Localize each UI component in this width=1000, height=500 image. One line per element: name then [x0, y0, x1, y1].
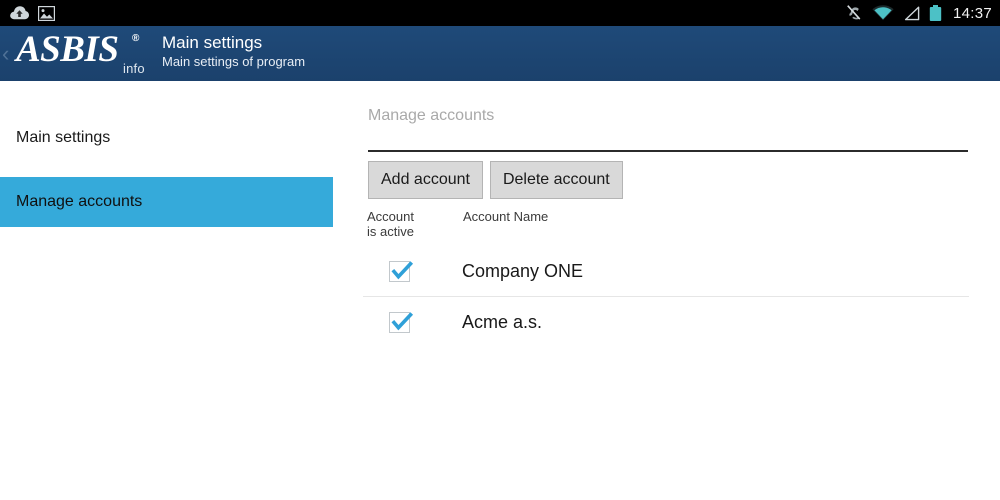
asbis-logo: ASBIS ® info	[16, 29, 150, 77]
account-active-cell	[363, 261, 435, 282]
account-active-checkbox[interactable]	[388, 311, 413, 333]
signal-icon	[903, 6, 920, 21]
sidebar-item-manage-accounts[interactable]: Manage accounts	[0, 177, 333, 227]
registered-trademark-icon: ®	[132, 33, 140, 44]
sidebar-item-label: Manage accounts	[16, 193, 143, 210]
account-active-cell	[363, 311, 435, 333]
table-row[interactable]: Company ONE	[363, 247, 969, 297]
account-active-checkbox[interactable]	[388, 261, 413, 282]
page-subtitle: Main settings of program	[162, 54, 306, 69]
table-column-headers: Account is active Account Name	[363, 209, 963, 245]
account-name-cell: Company ONE	[462, 261, 584, 281]
accounts-table: Company ONE Acme a.s.	[363, 247, 969, 347]
app-root: 14:37 ‹ ASBIS ® info Main settings Main …	[0, 0, 1000, 500]
logo-wordmark: ASBIS	[16, 29, 119, 70]
app-header-bar: ‹ ASBIS ® info Main settings Main settin…	[0, 26, 1000, 81]
content-pane: Manage accounts Add account Delete accou…	[333, 81, 1000, 500]
page-title: Main settings	[162, 33, 263, 52]
android-status-bar: 14:37	[0, 0, 1000, 26]
sidebar-item-label: Main settings	[16, 129, 111, 146]
column-header-line2: is active	[367, 224, 414, 239]
image-icon	[37, 5, 56, 21]
logo-subtext: info	[123, 61, 145, 76]
add-account-button[interactable]: Add account	[368, 161, 483, 199]
status-bar-notifications	[0, 5, 56, 21]
delete-account-button[interactable]: Delete account	[489, 161, 623, 199]
silent-mode-icon	[846, 4, 863, 22]
header-titles: Main settings Main settings of program	[162, 32, 305, 70]
wifi-icon	[872, 5, 894, 21]
status-bar-clock: 14:37	[952, 4, 992, 22]
back-chevron-icon[interactable]: ‹	[2, 43, 9, 65]
sidebar-item-main-settings[interactable]: Main settings	[0, 114, 333, 162]
battery-icon	[929, 4, 942, 22]
account-name-cell: Acme a.s.	[462, 311, 543, 332]
column-header-line1: Account	[367, 209, 414, 224]
status-bar-system-icons: 14:37	[846, 0, 992, 26]
cloud-upload-icon	[10, 5, 29, 21]
table-row[interactable]: Acme a.s.	[363, 297, 969, 347]
column-header-account-active: Account is active	[367, 209, 431, 239]
section-title: Manage accounts	[368, 107, 495, 124]
section-divider	[368, 150, 968, 152]
account-actions-toolbar: Add account Delete account	[368, 161, 623, 199]
sidebar-nav: Main settings Manage accounts	[0, 81, 333, 500]
column-header-account-name: Account Name	[463, 209, 549, 224]
